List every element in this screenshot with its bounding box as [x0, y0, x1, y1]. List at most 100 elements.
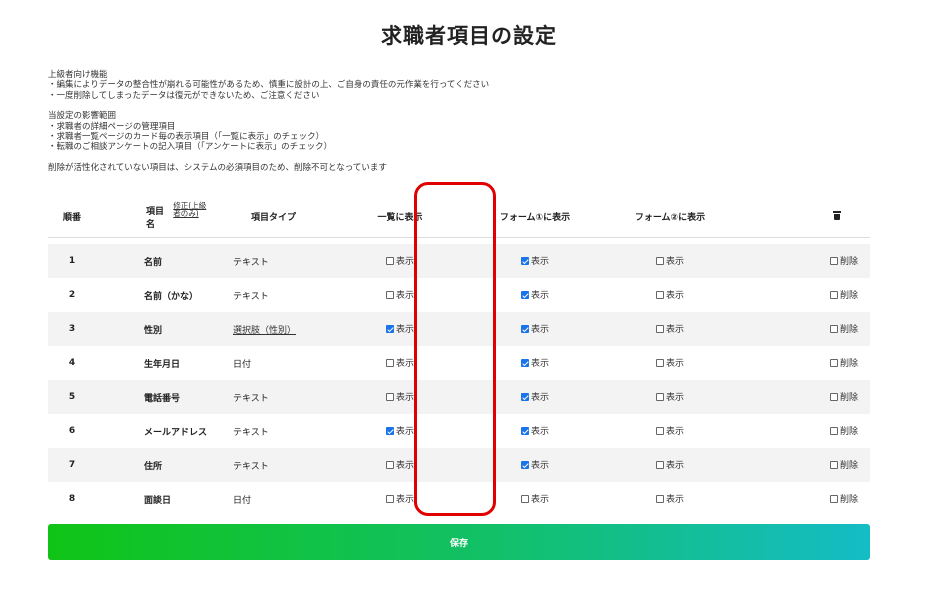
checkbox-box[interactable] [655, 426, 664, 435]
show-in-list-cell: 表示 [336, 244, 464, 278]
note-line: 当設定の影響範囲 [48, 111, 117, 122]
show-in-form2-checkbox[interactable]: 表示 [655, 356, 684, 369]
row-item-type-cell: テキスト [211, 448, 336, 482]
checkbox-box[interactable] [829, 256, 838, 265]
note-line: ・転職のご相談アンケートの記入項目（「アンケートに表示」のチェック） [48, 142, 333, 153]
show-in-list-checkbox[interactable]: 表示 [385, 492, 414, 505]
show-in-list-checkbox[interactable]: 表示 [385, 288, 414, 301]
show-in-list-checkbox[interactable]: 表示 [385, 390, 414, 403]
checkbox-box[interactable] [520, 426, 529, 435]
show-in-form1-checkbox[interactable]: 表示 [520, 492, 549, 505]
checkbox-box[interactable] [520, 290, 529, 299]
delete-checkbox[interactable]: 削除 [829, 356, 858, 370]
checkbox-box[interactable] [385, 460, 394, 469]
checkbox-box[interactable] [520, 460, 529, 469]
checkbox-label: 表示 [665, 257, 684, 268]
checkbox-box[interactable] [655, 494, 664, 503]
save-button[interactable]: 保存 [48, 524, 870, 560]
table-row: 1 名前 テキスト 表示 表示 表示 削除 [48, 244, 870, 278]
checkbox-box[interactable] [655, 324, 664, 333]
checkbox-box[interactable] [655, 290, 664, 299]
checkbox-box[interactable] [385, 494, 394, 503]
row-item-type-cell: 日付 [211, 482, 336, 516]
checkbox-box[interactable] [385, 426, 394, 435]
checkbox-box[interactable] [385, 290, 394, 299]
show-in-form1-checkbox[interactable]: 表示 [520, 424, 549, 437]
show-in-list-checkbox[interactable]: 表示 [385, 254, 414, 267]
checkbox-label: 削除 [839, 427, 858, 438]
table-row: 7 住所 テキスト 表示 表示 表示 削除 [48, 448, 870, 482]
checkbox-label: 表示 [530, 325, 549, 336]
row-item-type: 日付 [233, 359, 252, 370]
checkbox-box[interactable] [520, 494, 529, 503]
row-item-type-cell: テキスト [211, 244, 336, 278]
show-in-list-cell: 表示 [336, 482, 464, 516]
show-in-form1-checkbox[interactable]: 表示 [520, 288, 549, 302]
checkbox-box[interactable] [829, 460, 838, 469]
row-item-type: テキスト [233, 427, 269, 438]
show-in-form1-checkbox[interactable]: 表示 [520, 458, 549, 471]
checkbox-label: 削除 [839, 461, 858, 472]
show-in-form2-checkbox[interactable]: 表示 [655, 390, 684, 403]
show-in-form2-cell: 表示 [606, 380, 734, 414]
checkbox-box[interactable] [829, 324, 838, 333]
delete-checkbox[interactable]: 削除 [829, 458, 858, 472]
show-in-form2-checkbox[interactable]: 表示 [655, 322, 684, 335]
checkbox-box[interactable] [829, 494, 838, 503]
checkbox-box[interactable] [829, 290, 838, 299]
checkbox-box[interactable] [655, 358, 664, 367]
show-in-form1-cell: 表示 [464, 312, 606, 346]
show-in-list-checkbox[interactable]: 表示 [385, 356, 414, 369]
delete-checkbox[interactable]: 削除 [829, 288, 858, 301]
show-in-form1-checkbox[interactable]: 表示 [520, 356, 549, 369]
show-in-form2-checkbox[interactable]: 表示 [655, 288, 684, 301]
checkbox-label: 表示 [530, 291, 549, 302]
delete-checkbox[interactable]: 削除 [829, 254, 858, 267]
checkbox-box[interactable] [520, 392, 529, 401]
edit-advanced-link[interactable]: 修正(上級者のみ) [173, 201, 211, 218]
delete-checkbox[interactable]: 削除 [829, 492, 858, 505]
checkbox-label: 削除 [839, 359, 858, 370]
show-in-form2-checkbox[interactable]: 表示 [655, 458, 684, 471]
show-in-form1-checkbox[interactable]: 表示 [520, 390, 549, 403]
show-in-form2-cell: 表示 [606, 482, 734, 516]
checkbox-box[interactable] [520, 256, 529, 265]
show-in-form2-checkbox[interactable]: 表示 [655, 492, 684, 505]
header-show-in-list: 一覧に表示 [336, 197, 464, 238]
row-item-type: テキスト [233, 393, 269, 404]
show-in-form1-checkbox[interactable]: 表示 [520, 322, 549, 336]
checkbox-box[interactable] [385, 324, 394, 333]
show-in-form1-cell: 表示 [464, 414, 606, 448]
delete-checkbox[interactable]: 削除 [829, 322, 858, 335]
show-in-form1-cell: 表示 [464, 346, 606, 380]
note-line: ・求職者一覧ページのカード毎の表示項目（「一覧に表示」のチェック） [48, 132, 325, 143]
delete-cell: 削除 [734, 346, 870, 380]
table-header: 順番 項目名 修正(上級者のみ) 項目タイプ 一覧に表示 フォーム①に表示 フォ… [48, 197, 870, 238]
row-order: 2 [68, 290, 76, 300]
checkbox-box[interactable] [829, 392, 838, 401]
checkbox-box[interactable] [385, 358, 394, 367]
row-item-type-link[interactable]: 選択肢（性別） [233, 326, 296, 336]
checkbox-box[interactable] [520, 358, 529, 367]
checkbox-box[interactable] [520, 324, 529, 333]
delete-checkbox[interactable]: 削除 [829, 390, 858, 403]
checkbox-box[interactable] [829, 358, 838, 367]
checkbox-box[interactable] [655, 460, 664, 469]
show-in-list-checkbox[interactable]: 表示 [385, 424, 414, 437]
show-in-list-cell: 表示 [336, 380, 464, 414]
delete-checkbox[interactable]: 削除 [829, 424, 858, 438]
checkbox-box[interactable] [385, 392, 394, 401]
delete-cell: 削除 [734, 312, 870, 346]
show-in-form1-checkbox[interactable]: 表示 [520, 254, 549, 267]
row-item-name: 名前（かな） [144, 291, 199, 302]
checkbox-box[interactable] [385, 256, 394, 265]
show-in-list-checkbox[interactable]: 表示 [385, 458, 414, 471]
show-in-form2-checkbox[interactable]: 表示 [655, 254, 684, 268]
checkbox-box[interactable] [655, 256, 664, 265]
checkbox-box[interactable] [829, 426, 838, 435]
show-in-form2-checkbox[interactable]: 表示 [655, 424, 684, 437]
row-order: 8 [68, 494, 76, 504]
row-item-name: 住所 [144, 461, 163, 472]
checkbox-box[interactable] [655, 392, 664, 401]
show-in-list-checkbox[interactable]: 表示 [385, 322, 414, 335]
